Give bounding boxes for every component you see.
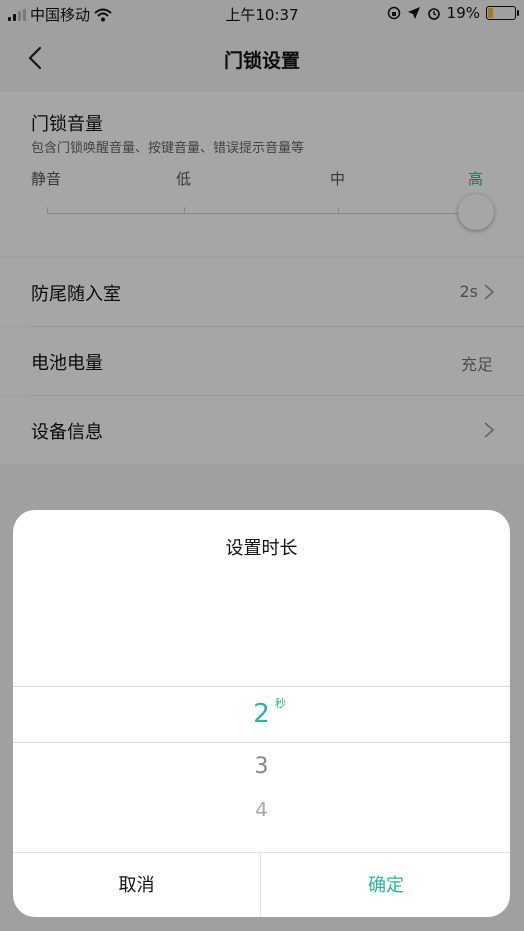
picker-option[interactable]: 3 bbox=[13, 754, 510, 779]
picker-divider-bottom bbox=[13, 742, 510, 743]
picker-option[interactable]: 4 bbox=[13, 798, 510, 816]
cancel-button[interactable]: 取消 bbox=[13, 853, 261, 917]
duration-dialog: 设置时长 2 秒 3 4 取消 确定 bbox=[13, 510, 510, 917]
dialog-title: 设置时长 bbox=[225, 538, 298, 559]
confirm-button[interactable]: 确定 bbox=[262, 853, 510, 917]
picker-divider-top bbox=[13, 686, 510, 687]
picker-selected-value[interactable]: 2 bbox=[13, 699, 510, 729]
picker-unit: 秒 bbox=[275, 697, 286, 710]
dialog-buttons: 取消 确定 bbox=[13, 852, 510, 917]
